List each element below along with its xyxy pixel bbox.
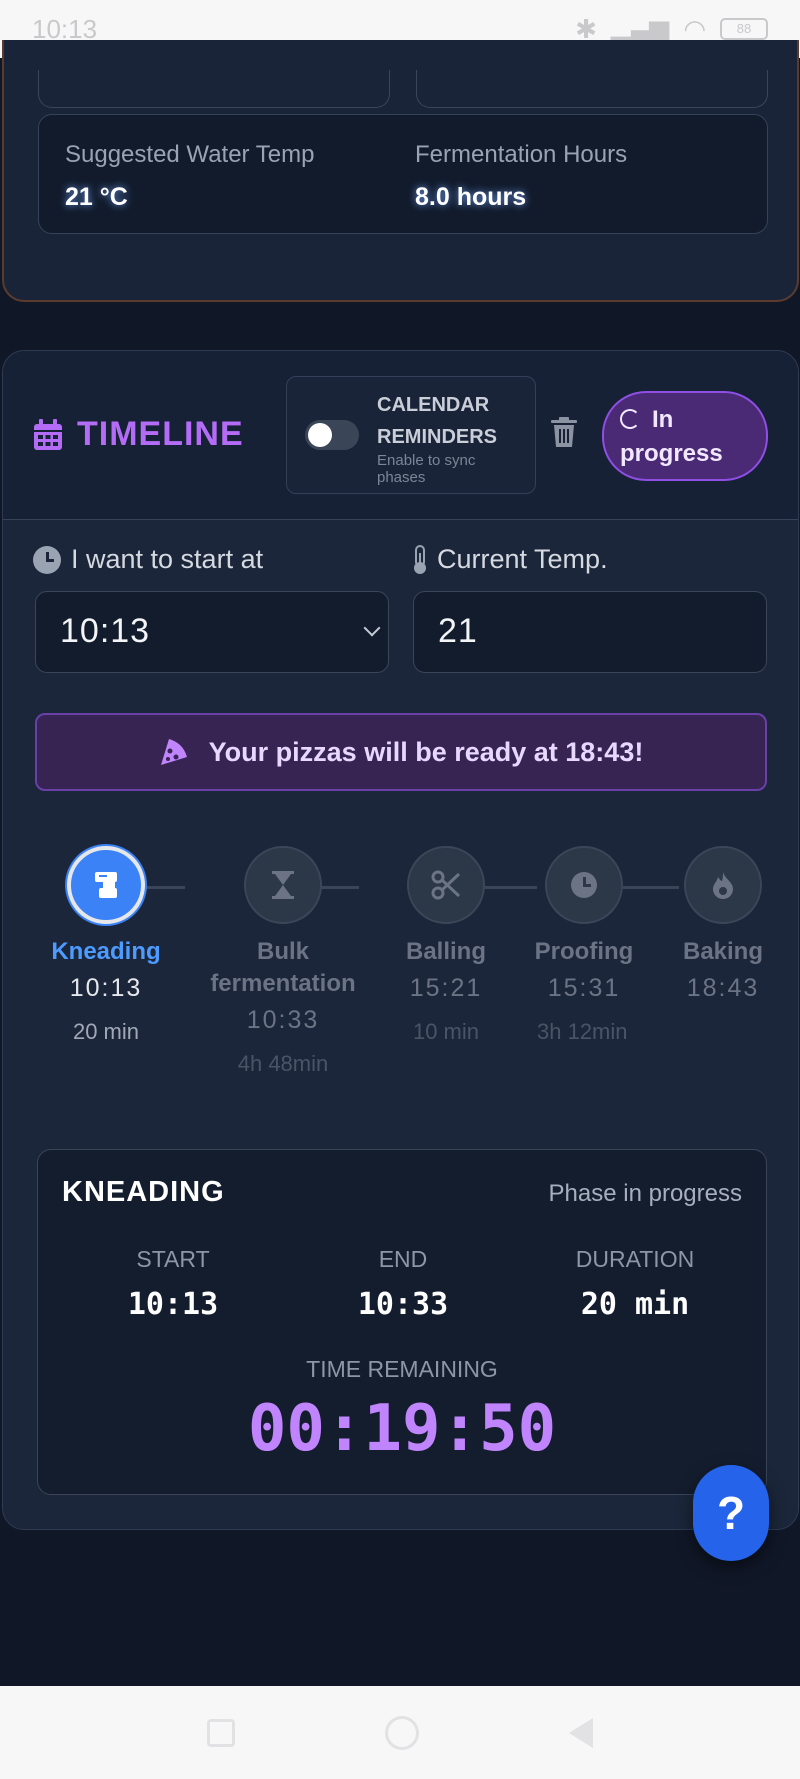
phase-start-label: START xyxy=(136,1246,210,1272)
step-circle xyxy=(545,846,623,924)
system-nav-bar xyxy=(0,1686,800,1779)
fermentation-info: Fermentation Hours 8.0 hours xyxy=(415,141,627,212)
mixer-icon xyxy=(95,872,117,898)
dough-summary-card: Suggested Water Temp 21 °C Fermentation … xyxy=(2,40,799,302)
step-circle xyxy=(67,846,145,924)
hourglass-icon xyxy=(272,871,294,899)
timeline-title: TIMELINE xyxy=(77,415,244,453)
reminders-subtitle: Enable to sync phases xyxy=(377,452,476,486)
timeline-header: TIMELINE CALENDAR REMINDERS Enable to sy… xyxy=(3,351,798,520)
clock-icon xyxy=(571,872,597,898)
step-time: 15:21 xyxy=(409,974,483,1002)
clock-icon xyxy=(33,545,61,574)
current-temp-label: Current Temp. xyxy=(437,544,608,574)
phase-detail-card: KNEADING Phase in progress START 10:13 E… xyxy=(37,1149,767,1495)
step-proofing[interactable]: Proofing 15:31 3h 12min xyxy=(509,846,659,1049)
reminders-title: CALENDAR REMINDERS xyxy=(377,394,498,448)
water-temp-value: 21 °C xyxy=(65,183,128,211)
phase-start-value: 10:13 xyxy=(127,1287,219,1322)
chevron-down-icon xyxy=(363,619,381,637)
step-balling[interactable]: Balling 15:21 10 min xyxy=(371,846,521,1049)
phase-duration-col: DURATION 20 min xyxy=(525,1246,745,1322)
time-remaining-value: 00:19:50 xyxy=(247,1392,557,1466)
battery-icon: 88 xyxy=(720,18,768,40)
thermometer-icon xyxy=(414,544,426,574)
phase-start-col: START 10:13 xyxy=(63,1246,283,1322)
calendar-icon xyxy=(34,418,62,450)
help-button[interactable]: ? xyxy=(693,1465,769,1561)
temp-label-wrap: Current Temp. xyxy=(413,544,608,575)
back-button[interactable] xyxy=(569,1717,593,1748)
phase-duration-label: DURATION xyxy=(575,1246,695,1272)
step-time: 15:31 xyxy=(547,974,621,1002)
current-temp-input[interactable]: 21 xyxy=(413,591,767,673)
water-temp-label: Suggested Water Temp xyxy=(65,141,315,168)
step-kneading[interactable]: Kneading 10:13 20 min xyxy=(31,846,181,1049)
water-fermentation-info: Suggested Water Temp 21 °C Fermentation … xyxy=(38,114,768,234)
pizza-icon xyxy=(160,739,187,765)
step-name: Kneading xyxy=(51,938,161,965)
calendar-reminders: CALENDAR REMINDERS Enable to sync phases xyxy=(286,376,536,494)
fermentation-value: 8.0 hours xyxy=(415,183,527,211)
home-button[interactable] xyxy=(385,1715,419,1750)
step-circle xyxy=(244,846,322,924)
step-duration: 20 min xyxy=(72,1019,140,1044)
step-name: Balling xyxy=(405,938,486,965)
phase-duration-value: 20 min xyxy=(580,1287,690,1322)
scissors-icon xyxy=(431,870,461,900)
step-duration: 3h 12min xyxy=(537,1019,628,1044)
phase-end-col: END 10:33 xyxy=(293,1246,513,1322)
timeline-title-wrap: TIMELINE xyxy=(33,415,244,454)
step-time: 18:43 xyxy=(686,974,760,1002)
time-remaining-label: TIME REMAINING xyxy=(306,1356,498,1382)
step-time: 10:13 xyxy=(69,974,143,1002)
phase-status-badge: In progress xyxy=(602,391,768,481)
phase-title: KNEADING xyxy=(62,1176,225,1208)
step-circle xyxy=(407,846,485,924)
trash-icon[interactable] xyxy=(551,417,577,447)
timeline-card: TIMELINE CALENDAR REMINDERS Enable to sy… xyxy=(2,350,799,1530)
ready-banner: Your pizzas will be ready at 18:43! xyxy=(35,713,767,791)
water-temp-info: Suggested Water Temp 21 °C xyxy=(65,141,314,212)
phase-end-value: 10:33 xyxy=(357,1287,449,1322)
start-time-select[interactable]: 10:13 xyxy=(35,591,389,673)
step-name: Baking xyxy=(682,938,763,965)
start-time-label: I want to start at xyxy=(71,544,264,574)
previous-field xyxy=(416,70,768,108)
start-time-label-wrap: I want to start at xyxy=(33,544,263,575)
fermentation-label: Fermentation Hours xyxy=(415,141,628,168)
step-name: Proofing xyxy=(534,938,634,965)
fire-icon xyxy=(713,872,733,899)
step-name: Bulk fermentation xyxy=(210,938,356,997)
step-bulk-fermentation[interactable]: Bulk fermentation 10:33 4h 48min xyxy=(208,846,358,1081)
step-baking[interactable]: Baking 18:43 xyxy=(648,846,798,1015)
step-time: 10:33 xyxy=(246,1006,320,1034)
current-temp-value: 21 xyxy=(438,612,478,650)
phase-end-label: END xyxy=(378,1246,428,1272)
spinner-icon xyxy=(620,409,640,429)
toggle-knob xyxy=(308,423,332,447)
recents-button[interactable] xyxy=(207,1718,235,1747)
step-circle xyxy=(684,846,762,924)
previous-field xyxy=(38,70,390,108)
step-duration: 10 min xyxy=(412,1019,480,1044)
start-time-value: 10:13 xyxy=(60,612,151,650)
phase-status: Phase in progress xyxy=(548,1180,742,1207)
ready-text: Your pizzas will be ready at 18:43! xyxy=(208,736,644,767)
reminders-toggle[interactable] xyxy=(305,420,359,450)
step-duration: 4h 48min xyxy=(237,1051,329,1076)
